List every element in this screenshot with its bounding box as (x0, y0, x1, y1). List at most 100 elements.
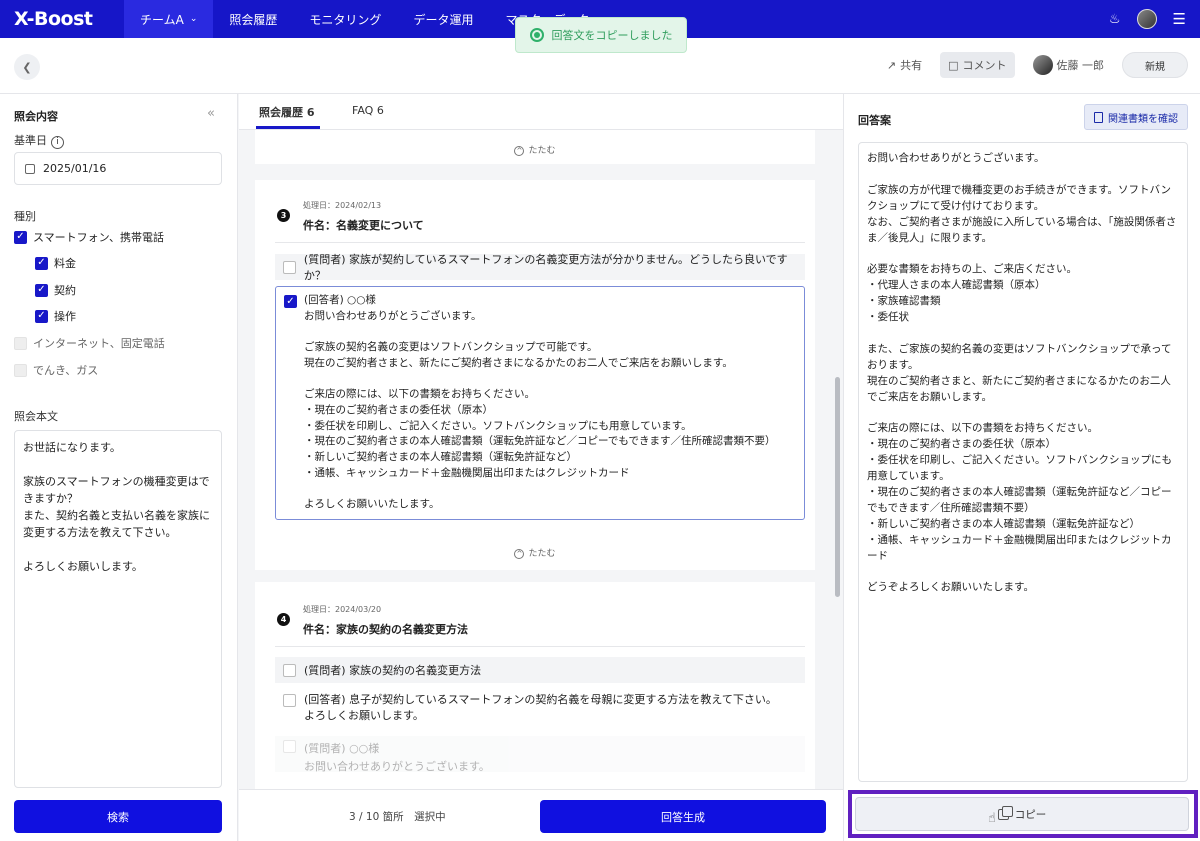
category-internet[interactable]: インターネット、固定電話 (14, 335, 165, 351)
category-contract[interactable]: ✓ 契約 (35, 282, 76, 298)
category-label-operation: 操作 (54, 310, 76, 323)
user-name: 佐藤 一郎 (1056, 59, 1105, 72)
question-subtext: お問い合わせありがとうございます。 (304, 760, 490, 773)
history-card: 4 処理日：2024/03/20 件名：家族の契約の名義変更方法 (質問者) 家… (255, 582, 815, 789)
copy-label: コピー (1014, 808, 1047, 821)
checkbox-checked[interactable]: ✓ (284, 295, 297, 308)
fold-label: たたむ (528, 549, 556, 559)
category-label-energy: でんき、ガス (33, 364, 99, 377)
copy-button[interactable]: コピー (855, 797, 1189, 831)
category-operation[interactable]: ✓ 操作 (35, 308, 76, 324)
bell-icon[interactable]: ♨ (1109, 12, 1121, 27)
checkbox-unchecked[interactable] (14, 363, 27, 377)
question-text: (質問者) 家族が契約しているスマートフォンの名義変更方法が分かりません。どうし… (303, 253, 788, 282)
checkbox-checked[interactable]: ✓ (14, 230, 27, 244)
tab-faq[interactable]: FAQ 6 (352, 104, 384, 117)
toast-text: 回答文をコピーしました (551, 29, 673, 42)
history-card: 3 処理日：2024/02/13 件名：名義変更について (質問者) 家族が契約… (255, 180, 815, 570)
menu-icon[interactable]: ☰ (1173, 10, 1186, 28)
category-label: 種別 (14, 210, 36, 223)
checkbox-checked[interactable]: ✓ (35, 309, 48, 323)
nav-data-ops[interactable]: データ運用 (397, 0, 489, 38)
card-number: 3 (277, 209, 290, 222)
question-block: (質問者) ○○様 お問い合わせありがとうございます。 (304, 740, 490, 774)
card-number: 4 (277, 613, 290, 626)
checkbox-checked[interactable]: ✓ (35, 256, 48, 270)
question-row[interactable]: (質問者) 家族が契約しているスマートフォンの名義変更方法が分かりません。どうし… (275, 253, 805, 282)
share-label: 共有 (900, 59, 923, 72)
fold-toggle[interactable]: ^ たたむ (255, 143, 815, 156)
inquiry-body-textarea[interactable]: お世話になります。 家族のスマートフォンの機種変更はできますか？ また、契約名義… (14, 430, 222, 788)
category-smartphone[interactable]: ✓ スマートフォン、携帯電話 (14, 229, 164, 245)
related-docs-label: 関連書類を確認 (1108, 113, 1178, 125)
body-label: 照会本文 (14, 410, 58, 423)
category-label-internet: インターネット、固定電話 (33, 337, 165, 350)
nav-team-label: チームA (140, 12, 184, 27)
answer-row-selected[interactable]: ✓ (回答者) ○○様 お問い合わせありがとうございます。 ご家族の契約名義の変… (275, 286, 805, 520)
question-row[interactable]: (質問者) ○○様 お問い合わせありがとうございます。 (275, 736, 805, 774)
date-field[interactable]: 2025/01/16 (14, 152, 222, 185)
results-panel: 照会履歴 6 FAQ 6 ^ たたむ 3 処理日：2024/02/13 件名：名義… (239, 94, 843, 841)
date-label: 基準日 (14, 134, 47, 147)
chevron-down-icon: ⌄ (189, 14, 198, 24)
calendar-icon (25, 163, 35, 174)
share-button[interactable]: ↗ 共有 (879, 52, 930, 78)
category-label-fee: 料金 (54, 257, 76, 270)
comment-icon: □ (948, 58, 959, 72)
pointer-cursor-icon: ☝ (988, 811, 996, 826)
comment-label: コメント (962, 59, 1007, 72)
divider (275, 646, 805, 647)
document-icon (1094, 111, 1103, 123)
scrollbar-thumb[interactable] (835, 377, 840, 597)
sub-header-actions: ↗ 共有 □ コメント 佐藤 一郎 新規 (879, 52, 1188, 78)
category-label-contract: 契約 (54, 284, 76, 297)
search-button[interactable]: 検索 (14, 800, 222, 833)
date-value: 2025/01/16 (43, 162, 107, 175)
previous-card-footer: ^ たたむ (255, 130, 815, 164)
card-date: 処理日：2024/03/20 (303, 605, 382, 614)
chevron-up-icon: ^ (514, 548, 525, 559)
category-energy[interactable]: でんき、ガス (14, 362, 98, 378)
generate-answer-button[interactable]: 回答生成 (540, 800, 826, 833)
active-tab-indicator (256, 126, 320, 129)
back-button[interactable]: ❮ (14, 54, 40, 80)
divider (275, 242, 805, 243)
collapse-panel-icon[interactable]: « (207, 106, 215, 121)
checkbox-unchecked[interactable] (283, 740, 296, 753)
fold-label: たたむ (528, 146, 556, 156)
checkbox-unchecked[interactable] (283, 694, 296, 707)
inquiry-panel: 照会内容 « 基準日 i 2025/01/16 種別 ✓ スマートフォン、携帯電話… (0, 94, 238, 841)
panel-title: 回答案 (858, 114, 891, 127)
user-menu[interactable]: 佐藤 一郎 (1025, 52, 1113, 78)
answer-row[interactable]: (回答者) 息子が契約しているスマートフォンの契約名義を母親に変更する方法を教え… (275, 692, 805, 724)
copy-toast: 回答文をコピーしました (515, 17, 687, 53)
checkbox-checked[interactable]: ✓ (35, 283, 48, 297)
card-subject: 件名：名義変更について (303, 219, 424, 232)
question-text: (質問者) ○○様 (304, 742, 380, 755)
nav-team-selector[interactable]: チームA ⌄ (124, 0, 214, 38)
copy-icon (997, 805, 1013, 820)
panel-title: 照会内容 (14, 110, 58, 123)
nav-history[interactable]: 照会履歴 (213, 0, 293, 38)
new-button[interactable]: 新規 (1122, 52, 1188, 78)
fold-toggle[interactable]: ^ たたむ (255, 546, 815, 559)
tab-history[interactable]: 照会履歴 6 (259, 104, 315, 120)
question-row[interactable]: (質問者) 家族の契約の名義変更方法 (275, 657, 805, 683)
checkbox-unchecked[interactable] (14, 336, 27, 350)
checkbox-unchecked[interactable] (283, 663, 296, 677)
checkbox-unchecked[interactable] (283, 260, 296, 274)
related-docs-button[interactable]: 関連書類を確認 (1084, 104, 1188, 130)
avatar[interactable] (1136, 9, 1157, 29)
nav-monitoring[interactable]: モニタリング (293, 0, 397, 38)
nav-right-group: ♨ ☰ (1109, 0, 1186, 38)
result-tabs: 照会履歴 6 FAQ 6 (239, 94, 843, 130)
answer-panel: 回答案 関連書類を確認 お問い合わせありがとうございます。 ご家族の方が代理で機… (843, 94, 1200, 841)
info-icon[interactable]: i (51, 136, 64, 149)
answer-draft-textarea[interactable]: お問い合わせありがとうございます。 ご家族の方が代理で機種変更のお手続きができま… (858, 142, 1188, 782)
category-fee[interactable]: ✓ 料金 (35, 255, 76, 271)
comment-button[interactable]: □ コメント (940, 52, 1015, 78)
success-icon (529, 28, 544, 42)
results-footer: 3 / 10 箇所 選択中 回答生成 (239, 789, 843, 841)
card-date: 処理日：2024/02/13 (303, 201, 382, 210)
app-logo[interactable]: X-Boost (14, 8, 124, 30)
